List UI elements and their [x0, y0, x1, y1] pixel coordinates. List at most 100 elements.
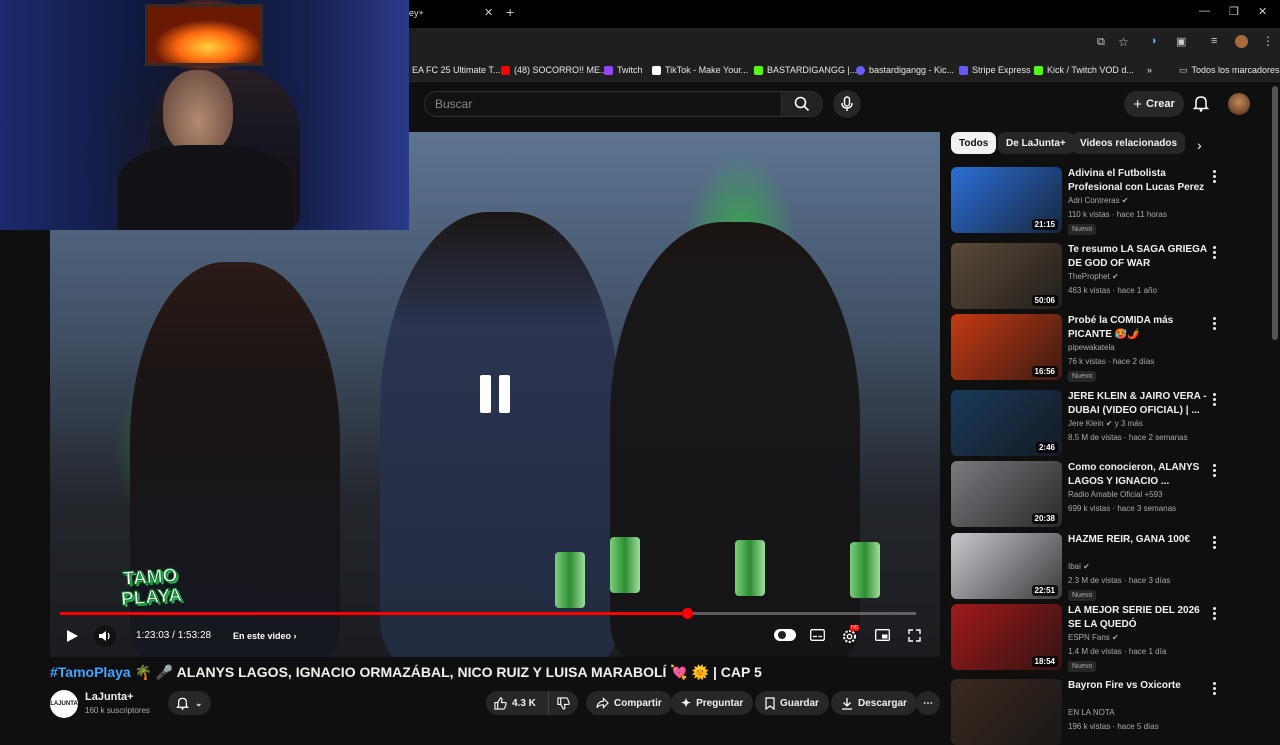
more-options-icon[interactable] — [1209, 533, 1219, 551]
recommended-video-channel[interactable]: Radio Amable Oficial +593 — [1068, 490, 1163, 499]
bookmark-item[interactable]: Kick / Twitch VOD d... — [1034, 58, 1134, 82]
recommended-video-title[interactable]: Bayron Fire vs Oxicorte — [1068, 679, 1208, 693]
recommended-video[interactable]: 50:06 Te resumo LA SAGA GRIEGA DE GOD OF … — [951, 243, 1271, 309]
page-scrollbar[interactable] — [1272, 86, 1278, 340]
save-button[interactable]: Guardar — [755, 691, 829, 715]
install-icon[interactable]: ⧉ — [1097, 36, 1105, 49]
reading-list-icon[interactable]: ≡ — [1211, 35, 1217, 47]
bookmark-star-icon[interactable]: ☆ — [1118, 35, 1129, 49]
chapter-button[interactable]: En este video › — [233, 622, 297, 650]
recommended-video-channel[interactable]: Ibai ✔ — [1068, 562, 1090, 571]
recommended-video[interactable]: 21:15 Adivina el Futbolista Profesional c… — [951, 167, 1271, 235]
account-avatar[interactable] — [1228, 93, 1250, 115]
download-button[interactable]: Descargar — [831, 691, 917, 715]
more-actions-button[interactable]: ⋯ — [916, 691, 940, 715]
channel-avatar[interactable]: LAJUNTA — [50, 690, 78, 718]
browser-menu-icon[interactable]: ⋮ — [1262, 34, 1274, 48]
recommended-video[interactable]: 22:51 HAZME REIR, GANA 100€ Ibai ✔ 2.3 M de… — [951, 533, 1271, 601]
chevron-right-icon[interactable]: › — [1197, 137, 1202, 153]
more-options-icon[interactable] — [1209, 679, 1219, 697]
recommended-video[interactable]: 18:54 LA MEJOR SERIE DEL 2026 SE LA QUEDÓ… — [951, 604, 1271, 672]
subscribed-notifications-button[interactable]: ⌄ — [168, 691, 211, 715]
pause-overlay-icon[interactable] — [480, 375, 510, 413]
chip-all[interactable]: Todos — [951, 132, 997, 154]
more-options-icon[interactable] — [1209, 461, 1219, 479]
miniplayer-button[interactable] — [873, 627, 891, 643]
video-thumbnail[interactable]: 18:54 — [951, 604, 1062, 670]
video-thumbnail[interactable]: 22:51 — [951, 533, 1062, 599]
video-thumbnail[interactable]: 2:46 — [951, 390, 1062, 456]
chip-from-channel[interactable]: De LaJunta+ — [998, 132, 1074, 154]
search-input[interactable]: Buscar — [424, 91, 782, 117]
dislike-button[interactable] — [548, 691, 578, 715]
more-options-icon[interactable] — [1209, 314, 1219, 332]
progress-scrubber[interactable] — [681, 608, 693, 619]
recommended-video-channel[interactable]: pipewakatela — [1068, 343, 1115, 352]
recommended-video[interactable]: Bayron Fire vs Oxicorte EN LA NOTA 196 k v… — [951, 679, 1271, 745]
channel-name[interactable]: LaJunta+ — [85, 691, 134, 703]
recommended-video[interactable]: 20:38 Como conocieron, ALANYS LAGOS Y IGN… — [951, 461, 1271, 527]
maximize-icon[interactable]: ❐ — [1229, 5, 1239, 18]
video-thumbnail[interactable]: 20:38 — [951, 461, 1062, 527]
bookmark-item[interactable]: Stripe Express — [959, 58, 1031, 82]
volume-button[interactable] — [94, 625, 116, 647]
ask-button[interactable]: ✦ Preguntar — [671, 691, 754, 715]
play-button[interactable] — [64, 628, 80, 644]
video-thumbnail[interactable] — [951, 679, 1062, 745]
recommended-video-channel[interactable]: EN LA NOTA — [1068, 708, 1115, 717]
more-options-icon[interactable] — [1209, 604, 1219, 622]
chip-related[interactable]: Videos relacionados — [1072, 132, 1186, 154]
more-options-icon[interactable] — [1209, 390, 1219, 408]
more-options-icon[interactable] — [1209, 167, 1219, 185]
extensions-puzzle-icon[interactable]: ▣ — [1176, 35, 1186, 48]
notifications-button[interactable] — [1192, 94, 1210, 117]
voice-search-button[interactable] — [833, 90, 861, 118]
recommended-video-title[interactable]: Te resumo LA SAGA GRIEGA DE GOD OF WAR — [1068, 243, 1208, 271]
autoplay-toggle[interactable] — [774, 629, 796, 641]
bookmark-item[interactable]: BASTARDIGANGG |... — [754, 58, 857, 82]
recommended-video-title[interactable]: Como conocieron, ALANYS LAGOS Y IGNACIO … — [1068, 461, 1208, 489]
video-thumbnail[interactable]: 16:56 — [951, 314, 1062, 380]
new-tab-icon[interactable]: + — [506, 4, 514, 20]
tab-title[interactable]: ey+ — [409, 8, 424, 18]
settings-button[interactable]: HD — [840, 625, 860, 645]
recommended-video-title[interactable]: JERE KLEIN & JAIRO VERA - DUBAI (VIDEO O… — [1068, 390, 1208, 418]
progress-bar[interactable] — [60, 608, 916, 619]
share-button[interactable]: Compartir — [586, 691, 672, 715]
recommended-video-title[interactable]: Adivina el Futbolista Profesional con Lu… — [1068, 167, 1208, 195]
bookmark-item[interactable]: (48) SOCORRO!! ME... — [501, 58, 608, 82]
create-button[interactable]: + Crear — [1124, 91, 1184, 117]
close-tab-icon[interactable]: ✕ — [484, 6, 493, 19]
minimize-icon[interactable]: — — [1199, 5, 1210, 17]
recommended-video[interactable]: 2:46 JERE KLEIN & JAIRO VERA - DUBAI (VID… — [951, 390, 1271, 456]
bookmark-item[interactable]: EA FC 25 Ultimate T... — [412, 58, 500, 82]
fullscreen-button[interactable] — [905, 627, 923, 643]
bookmark-item[interactable]: Twitch — [604, 58, 643, 82]
recommended-video-title[interactable]: Probé la COMIDA más PICANTE 🥵🌶️ — [1068, 314, 1208, 342]
folder-icon: ▭ — [1179, 65, 1188, 75]
recommended-video-channel[interactable]: ESPN Fans ✔ — [1068, 633, 1119, 642]
streamer-webcam — [0, 0, 409, 230]
extension-icon[interactable]: ◗ — [1151, 35, 1158, 47]
recommended-video-title[interactable]: HAZME REIR, GANA 100€ — [1068, 533, 1208, 547]
more-options-icon[interactable] — [1209, 243, 1219, 261]
close-window-icon[interactable]: ✕ — [1258, 5, 1267, 18]
recommended-video-title[interactable]: LA MEJOR SERIE DEL 2026 SE LA QUEDÓ GALA… — [1068, 604, 1208, 632]
search-button[interactable] — [781, 91, 823, 117]
like-button[interactable]: 4.3 K — [486, 691, 548, 715]
recommended-video-channel[interactable]: Adri Contreras ✔ — [1068, 196, 1129, 205]
recommended-video[interactable]: 16:56 Probé la COMIDA más PICANTE 🥵🌶️ pipe… — [951, 314, 1271, 382]
duration-badge: 22:51 — [1031, 585, 1058, 596]
all-bookmarks-folder[interactable]: ▭ Todos los marcadores — [1179, 58, 1280, 82]
video-thumbnail[interactable]: 50:06 — [951, 243, 1062, 309]
subtitles-button[interactable] — [808, 627, 826, 643]
bookmarks-overflow-icon[interactable]: » — [1147, 58, 1152, 82]
video-thumbnail[interactable]: 21:15 — [951, 167, 1062, 233]
video-prop — [610, 537, 640, 593]
bookmark-item[interactable]: TikTok - Make Your... — [652, 58, 748, 82]
hashtag-link[interactable]: #TamoPlaya — [50, 664, 131, 680]
bookmark-item[interactable]: bastardigangg - Kic... — [856, 58, 954, 82]
recommended-video-channel[interactable]: Jere Klein ✔ y 3 más — [1068, 419, 1143, 428]
profile-avatar[interactable] — [1235, 35, 1248, 48]
recommended-video-channel[interactable]: TheProphet ✔ — [1068, 272, 1119, 281]
